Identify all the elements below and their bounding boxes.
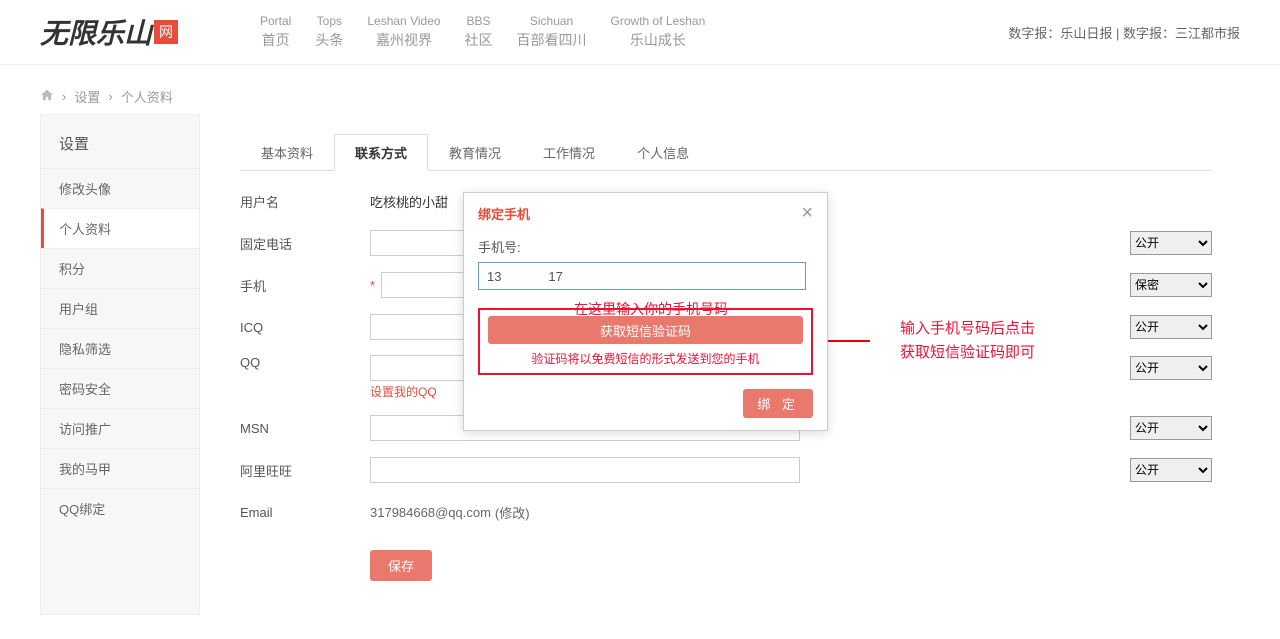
sidebar-title: 设置 <box>41 115 199 168</box>
modal-title: 绑定手机 <box>478 204 530 223</box>
breadcrumb: › 设置 › 个人资料 <box>40 87 1240 106</box>
tab-contact[interactable]: 联系方式 <box>334 134 428 171</box>
label-phone: 手机号: <box>478 237 813 256</box>
sms-note: 验证码将以免费短信的形式发送到您的手机 <box>488 350 803 367</box>
nav-sichuan[interactable]: Sichuan百部看四川 <box>517 14 587 50</box>
label-landline: 固定电话 <box>240 234 370 253</box>
save-button[interactable]: 保存 <box>370 550 432 581</box>
label-qq: QQ <box>240 355 370 370</box>
sidebar-item-usergroup[interactable]: 用户组 <box>41 288 199 328</box>
label-msn: MSN <box>240 421 370 436</box>
home-icon[interactable] <box>40 88 54 105</box>
sidebar-item-promotion[interactable]: 访问推广 <box>41 408 199 448</box>
input-aliww[interactable] <box>370 457 800 483</box>
tab-education[interactable]: 教育情况 <box>428 134 522 171</box>
logo-badge: 网 <box>154 20 178 44</box>
breadcrumb-item[interactable]: 设置 <box>74 87 100 106</box>
select-msn-visibility[interactable]: 公开 <box>1130 416 1212 440</box>
sidebar-item-maja[interactable]: 我的马甲 <box>41 448 199 488</box>
label-icq: ICQ <box>240 320 370 335</box>
sidebar-item-avatar[interactable]: 修改头像 <box>41 168 199 208</box>
close-icon[interactable]: × <box>801 203 813 223</box>
link-set-qq[interactable]: 设置我的QQ <box>370 383 437 400</box>
select-qq-visibility[interactable]: 公开 <box>1130 356 1212 380</box>
label-email: Email <box>240 505 370 520</box>
sidebar: 设置 修改头像 个人资料 积分 用户组 隐私筛选 密码安全 访问推广 我的马甲 … <box>40 114 200 615</box>
sidebar-item-security[interactable]: 密码安全 <box>41 368 199 408</box>
link-edit-email[interactable]: (修改) <box>495 503 530 522</box>
tab-work[interactable]: 工作情况 <box>522 134 616 171</box>
tabs: 基本资料 联系方式 教育情况 工作情况 个人信息 <box>240 134 1212 171</box>
nav-growth[interactable]: Growth of Leshan乐山成长 <box>611 14 706 50</box>
required-marker: * <box>370 278 375 293</box>
nav-portal[interactable]: Portal首页 <box>260 14 291 50</box>
breadcrumb-item[interactable]: 个人资料 <box>121 87 173 106</box>
tab-basic[interactable]: 基本资料 <box>240 134 334 171</box>
nav-bbs[interactable]: BBS社区 <box>465 14 493 50</box>
sidebar-item-privacy[interactable]: 隐私筛选 <box>41 328 199 368</box>
annotation-text: 输入手机号码后点击 获取短信验证码即可 <box>900 317 1035 365</box>
bind-button[interactable]: 绑 定 <box>743 389 813 418</box>
get-sms-button[interactable]: 获取短信验证码 <box>488 316 803 344</box>
header: 无限乐山网 Portal首页 Tops头条 Leshan Video嘉州视界 B… <box>0 0 1280 65</box>
header-right-links[interactable]: 数字报：乐山日报 | 数字报：三江都市报 <box>1008 23 1240 42</box>
logo-text: 无限乐山 <box>40 12 152 52</box>
sidebar-item-qqbind[interactable]: QQ绑定 <box>41 488 199 528</box>
select-mobile-visibility[interactable]: 保密 <box>1130 273 1212 297</box>
sidebar-item-profile[interactable]: 个人资料 <box>41 208 199 248</box>
label-mobile: 手机 <box>240 276 370 295</box>
select-landline-visibility[interactable]: 公开 <box>1130 231 1212 255</box>
label-username: 用户名 <box>240 192 370 211</box>
value-email: 317984668@qq.com <box>370 505 491 520</box>
logo[interactable]: 无限乐山网 <box>40 8 230 56</box>
label-aliww: 阿里旺旺 <box>240 461 370 480</box>
sidebar-item-points[interactable]: 积分 <box>41 248 199 288</box>
annotation-inline-hint: 在这里输入你的手机号码 <box>574 299 728 319</box>
main-nav: Portal首页 Tops头条 Leshan Video嘉州视界 BBS社区 S… <box>260 14 705 50</box>
bind-phone-modal: 绑定手机 × 手机号: 在这里输入你的手机号码 获取短信验证码 验证码将以免费短… <box>463 192 828 431</box>
select-aliww-visibility[interactable]: 公开 <box>1130 458 1212 482</box>
nav-video[interactable]: Leshan Video嘉州视界 <box>367 14 440 50</box>
nav-tops[interactable]: Tops头条 <box>315 14 343 50</box>
select-icq-visibility[interactable]: 公开 <box>1130 315 1212 339</box>
tab-personal[interactable]: 个人信息 <box>616 134 710 171</box>
input-phone[interactable] <box>478 262 806 290</box>
